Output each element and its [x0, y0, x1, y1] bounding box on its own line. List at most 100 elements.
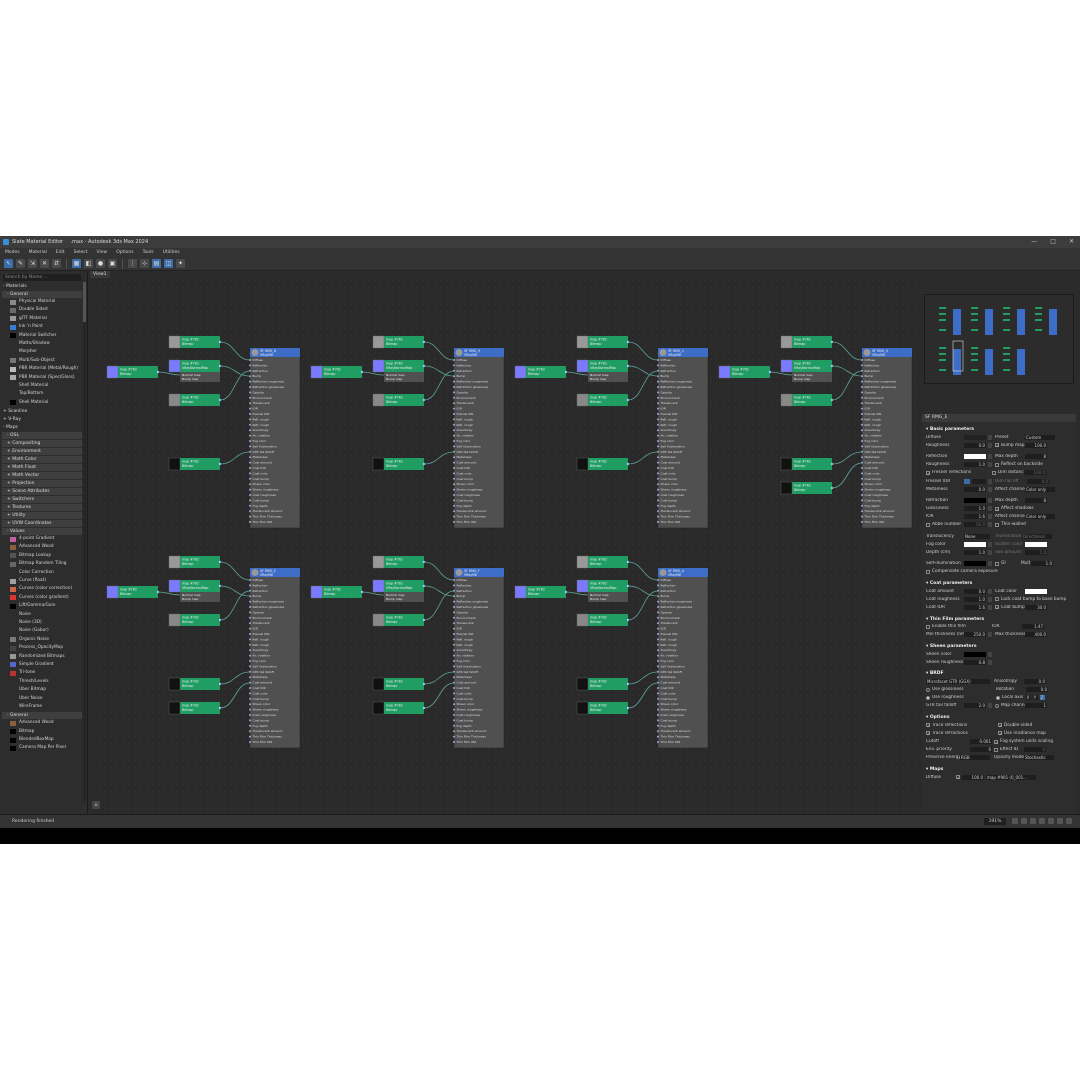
input-port[interactable] [249, 429, 251, 432]
input-port[interactable] [249, 515, 251, 518]
rollout-title[interactable]: ▾ Thin Film parameters [922, 616, 1076, 623]
connection-wire[interactable] [219, 341, 251, 361]
fog-units-checkbox[interactable]: ✓ [994, 739, 998, 744]
gtr-map-button[interactable] [988, 703, 992, 709]
input-port[interactable] [657, 616, 659, 619]
input-port[interactable] [249, 423, 251, 426]
opacity-mode-dropdown[interactable]: Stochastic [1024, 755, 1054, 761]
node-thumbnail[interactable] [372, 359, 385, 373]
node-thumbnail[interactable] [576, 701, 589, 715]
input-port[interactable] [249, 499, 251, 502]
input-port[interactable] [453, 521, 455, 523]
input-port[interactable] [249, 600, 251, 603]
node-thumbnail[interactable] [168, 457, 181, 471]
node-thumbnail[interactable] [576, 393, 589, 407]
input-port[interactable] [657, 461, 659, 464]
input-port[interactable] [249, 413, 251, 415]
input-port[interactable] [453, 429, 455, 432]
browser-group-header[interactable]: - OSL [2, 432, 82, 440]
input-port[interactable] [249, 440, 251, 442]
input-port[interactable] [249, 708, 251, 711]
input-port[interactable] [453, 467, 455, 469]
input-port[interactable] [249, 687, 251, 689]
input-port[interactable] [657, 633, 659, 635]
input-port[interactable] [453, 654, 455, 657]
fresnel-ior-spinner[interactable] [972, 478, 986, 484]
browser-group-header[interactable]: + Textures [2, 504, 82, 512]
input-port[interactable] [249, 402, 251, 405]
fresnel-ior-map-button[interactable] [988, 478, 992, 484]
input-port[interactable] [249, 364, 251, 367]
maps-diffuse-checkbox[interactable]: ✓ [956, 775, 960, 780]
browser-item[interactable]: Bitmap Random Tiling [0, 560, 82, 568]
input-port[interactable] [861, 499, 863, 502]
diffuse-map-button[interactable] [988, 434, 992, 440]
node-thumbnail[interactable] [168, 359, 181, 373]
show-map-icon[interactable]: ▦ [72, 259, 81, 268]
metalness-spinner[interactable]: 0.0 [964, 486, 986, 492]
node-thumbnail[interactable] [780, 481, 793, 495]
input-port[interactable] [249, 660, 251, 662]
connection-wire[interactable] [627, 341, 659, 361]
self-illumination-map-button[interactable] [988, 561, 992, 567]
refl-roughness-map-button[interactable] [988, 462, 992, 468]
input-port[interactable] [249, 606, 251, 608]
refr-max-depth-spinner[interactable]: 8 [1025, 497, 1047, 503]
browser-item[interactable]: Noise (Gabor) [0, 627, 82, 635]
self-illumination-swatch[interactable] [964, 561, 986, 567]
sheen-roughness-spinner[interactable]: 0.8 [964, 659, 986, 665]
reflection-swatch[interactable] [964, 453, 986, 459]
enable-thin-film-checkbox[interactable] [926, 624, 930, 629]
node-thumbnail[interactable] [576, 359, 589, 373]
node-thumbnail[interactable] [576, 555, 589, 569]
input-port[interactable] [453, 488, 455, 491]
mult-spinner[interactable]: 1.0 [1031, 561, 1053, 567]
material-map-icon[interactable]: ◫ [164, 259, 173, 268]
input-port[interactable] [249, 665, 251, 668]
node-thumbnail[interactable] [310, 585, 323, 599]
node-graph-canvas[interactable]: SF RMG_8 VRayMtl Diffuse Reflection Refracti… [90, 278, 920, 813]
connection-wire[interactable] [423, 341, 455, 361]
input-port[interactable] [453, 649, 455, 652]
input-port[interactable] [657, 687, 659, 689]
input-port[interactable] [453, 665, 455, 668]
input-port[interactable] [453, 483, 455, 486]
input-port[interactable] [861, 429, 863, 432]
material-preview-sphere[interactable] [455, 569, 463, 576]
input-port[interactable] [249, 477, 251, 480]
input-port[interactable] [453, 396, 455, 399]
input-port[interactable] [861, 515, 863, 518]
layout-icon[interactable]: ▣ [108, 259, 117, 268]
input-port[interactable] [861, 423, 863, 426]
connection-wire[interactable] [423, 585, 455, 597]
browser-group-header[interactable]: - Materials [0, 283, 84, 290]
browser-item[interactable]: Bitmap Lookup [0, 552, 82, 560]
connection-wire[interactable] [423, 451, 455, 465]
axis-y-button[interactable]: Y [1033, 695, 1038, 701]
node-thumbnail[interactable] [168, 555, 181, 569]
trace-refractions-checkbox[interactable]: ✓ [926, 731, 930, 736]
input-port[interactable] [657, 521, 659, 523]
input-port[interactable] [657, 708, 659, 711]
input-port[interactable] [861, 504, 863, 507]
browser-group-header[interactable]: - Values [2, 528, 82, 536]
connection-wire[interactable] [219, 671, 251, 685]
local-axis-radio[interactable] [996, 695, 1000, 700]
input-port[interactable] [249, 445, 251, 448]
input-port[interactable] [453, 616, 455, 619]
node-thumbnail[interactable] [372, 457, 385, 471]
sheen-roughness-map-button[interactable] [988, 659, 992, 665]
connection-wire[interactable] [219, 682, 251, 709]
input-port[interactable] [861, 483, 863, 486]
coat-bump-spinner[interactable]: 30.0 [1025, 604, 1047, 610]
node-graph[interactable]: SF RMG_8VRayMtlDiffuseReflectionRefracti… [90, 278, 920, 813]
input-port[interactable] [657, 477, 659, 480]
input-port[interactable] [657, 402, 659, 405]
browser-item[interactable]: Uber Bitmap [0, 686, 82, 694]
node-thumbnail[interactable] [168, 701, 181, 715]
browser-item[interactable]: Bitmap [0, 728, 82, 736]
input-port[interactable] [657, 730, 659, 733]
input-port[interactable] [657, 741, 659, 743]
browser-group-header[interactable]: + Math Vector [2, 472, 82, 480]
input-port[interactable] [657, 692, 659, 695]
